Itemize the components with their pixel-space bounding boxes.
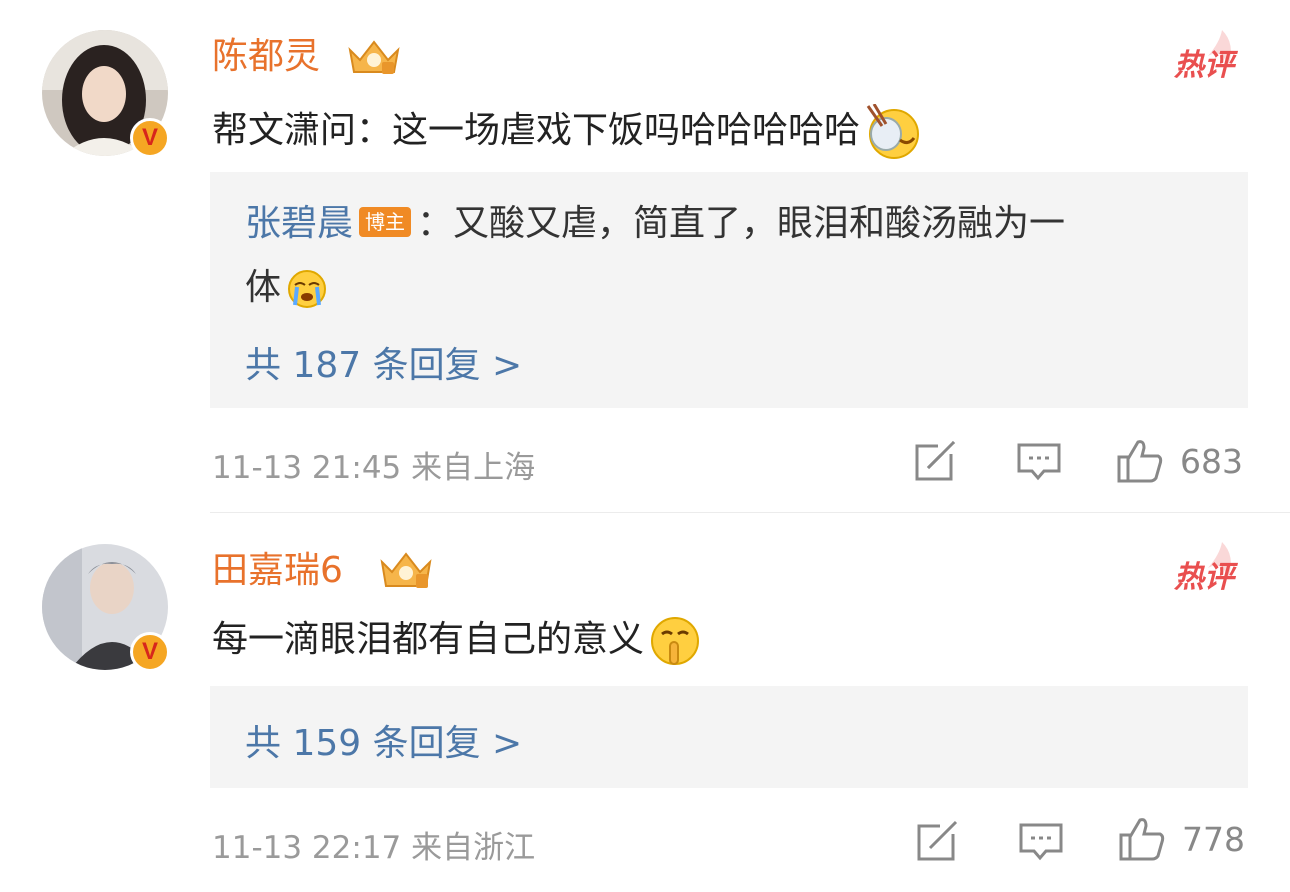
reply-text: ：又酸又虐，简直了，眼泪和酸汤融为一 xyxy=(417,203,1066,244)
verified-v-icon: V xyxy=(130,632,170,672)
shush-emoji-icon xyxy=(651,617,700,665)
location: 来自上海 xyxy=(411,450,536,486)
username[interactable]: 陈都灵 xyxy=(212,36,320,78)
comment-item: V 田嘉瑞6 热评 每一滴眼泪都有自己的意义 共 159 条回复 > 11-13… xyxy=(0,514,1290,892)
reply-count-link[interactable]: 共 187 条回复 > xyxy=(245,336,522,388)
hot-comment-badge: 热评 xyxy=(1174,48,1234,83)
crying-emoji-icon xyxy=(288,270,327,308)
comment-icon[interactable] xyxy=(1016,442,1062,482)
share-icon[interactable] xyxy=(914,440,958,482)
comment-text: 每一滴眼泪都有自己的意义 xyxy=(212,614,702,668)
like-count: 778 xyxy=(1182,820,1245,859)
reply-count-link[interactable]: 共 159 条回复 > xyxy=(245,714,522,766)
comment-meta: 11-13 22:17 来自浙江 xyxy=(212,822,535,867)
username[interactable]: 田嘉瑞6 xyxy=(212,550,343,592)
eating-emoji-icon xyxy=(866,104,920,159)
verified-v-icon: V xyxy=(130,118,170,158)
timestamp: 11-13 22:17 xyxy=(212,830,402,866)
reply-line: 张碧晨 博主 ：又酸又虐，简直了，眼泪和酸汤融为一 xyxy=(245,200,1065,248)
share-icon[interactable] xyxy=(916,820,960,862)
reply-preview[interactable]: 共 159 条回复 > xyxy=(210,686,1248,788)
member-crown-icon xyxy=(348,40,400,74)
comment-icon[interactable] xyxy=(1018,822,1064,862)
like-count: 683 xyxy=(1180,442,1243,481)
reply-text: 体 xyxy=(245,267,282,308)
thumbs-up-icon[interactable] xyxy=(1118,816,1166,862)
comment-text-content: 每一滴眼泪都有自己的意义 xyxy=(212,619,645,660)
reply-preview[interactable]: 张碧晨 博主 ：又酸又虐，简直了，眼泪和酸汤融为一 体 共 187 条回复 > xyxy=(210,172,1248,408)
timestamp: 11-13 21:45 xyxy=(212,450,402,486)
comment-text: 帮文潇问：这一场虐戏下饭吗哈哈哈哈哈 xyxy=(212,104,924,160)
comment-text-content: 帮文潇问：这一场虐戏下饭吗哈哈哈哈哈 xyxy=(212,110,861,151)
comment-item: V 陈都灵 热评 帮文潇问：这一场虐戏下饭吗哈哈哈哈哈 张碧晨 博主 ：又酸又虐，简… xyxy=(0,0,1290,512)
reply-line: 体 xyxy=(245,264,329,312)
thumbs-up-icon[interactable] xyxy=(1116,438,1164,484)
comment-meta: 11-13 21:45 来自上海 xyxy=(212,442,535,487)
reply-username[interactable]: 张碧晨 xyxy=(245,203,353,244)
location: 来自浙江 xyxy=(411,830,536,866)
member-crown-icon xyxy=(380,552,432,588)
hot-comment-badge: 热评 xyxy=(1174,560,1234,595)
blogger-tag: 博主 xyxy=(359,207,412,237)
comment-divider xyxy=(210,512,1290,513)
